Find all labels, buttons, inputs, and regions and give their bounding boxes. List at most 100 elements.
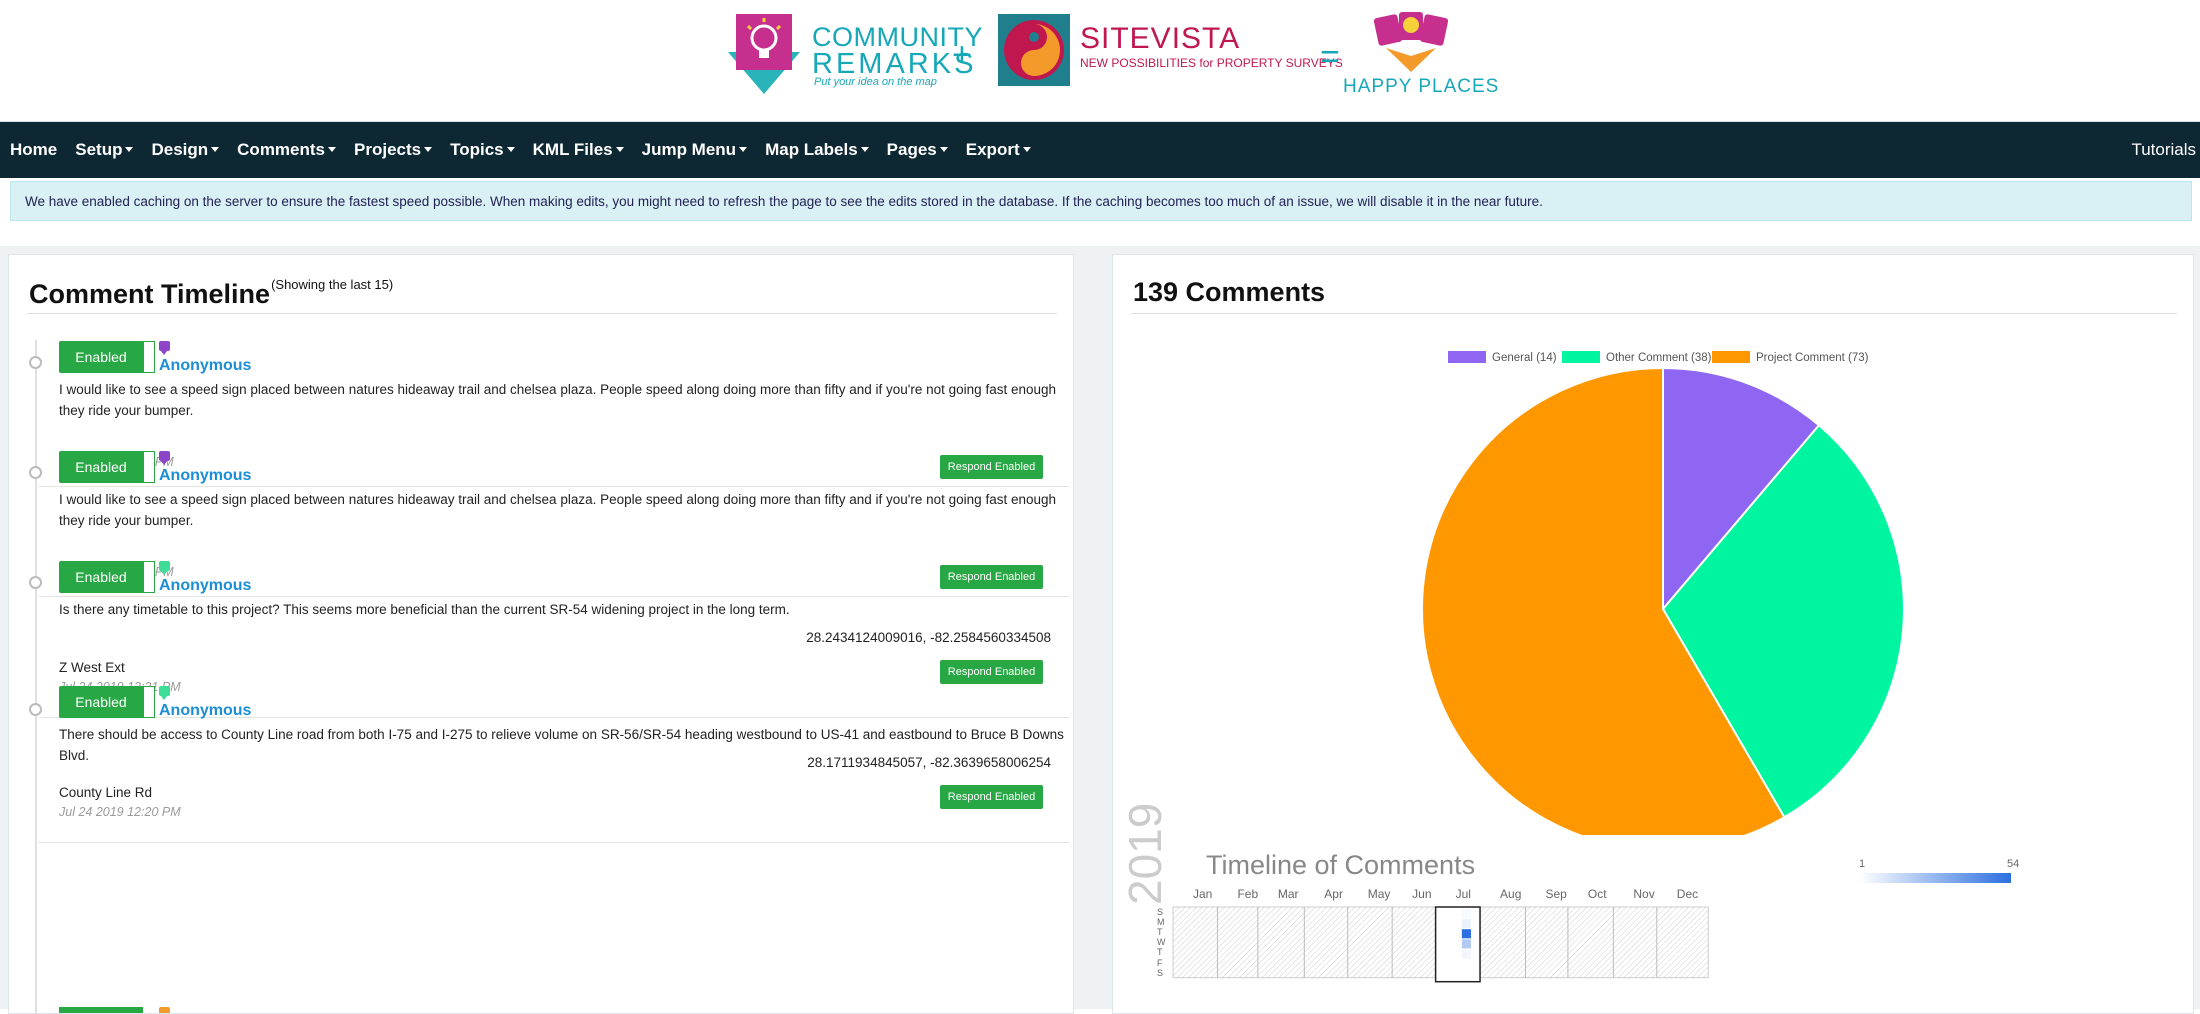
sitevista-logo-icon	[998, 14, 1070, 86]
timeline-entry: Enabled Anonymous There should be access…	[29, 686, 1069, 843]
comment-author[interactable]: Anonymous	[159, 467, 251, 485]
comment-author[interactable]: Anonymous	[159, 577, 251, 595]
happy-places-text: HAPPY PLACES	[1343, 76, 1500, 97]
happy-places-icon	[1373, 12, 1449, 72]
caret-down-icon	[739, 147, 748, 152]
respond-enabled-button[interactable]: Respond Enabled	[940, 660, 1043, 684]
enabled-toggle-button[interactable]: Enabled	[59, 341, 143, 373]
comment-icon	[159, 341, 170, 355]
nav-design[interactable]: Design	[151, 140, 220, 160]
timeline-dot	[29, 703, 42, 716]
comment-text: I would like to see a speed sign placed …	[59, 382, 1056, 418]
heatmap-weekday-label: T	[1157, 947, 1163, 958]
nav-home[interactable]: Home	[10, 140, 57, 160]
toggle-switch[interactable]	[143, 686, 155, 718]
dashboard-body: Comment Timeline(Showing the last 15) En…	[0, 246, 2200, 1014]
heatmap-grid	[1172, 906, 1709, 979]
next-entry-enabled-button[interactable]	[59, 1007, 143, 1013]
comment-text: Is there any timetable to this project? …	[59, 602, 790, 617]
heatmap-weekday-label: M	[1157, 917, 1165, 928]
comment-date: Jul 24 2019 12:20 PM	[59, 805, 181, 819]
caret-down-icon	[328, 147, 337, 152]
nav-jump-menu[interactable]: Jump Menu	[642, 140, 748, 160]
comment-text: I would like to see a speed sign placed …	[59, 492, 1056, 528]
entry-divider	[39, 842, 1069, 843]
sitevista-logo-text: SITEVISTA	[1080, 22, 1241, 55]
nav-topics[interactable]: Topics	[450, 140, 515, 160]
heatmap-month-label: Jan	[1193, 887, 1213, 901]
heatmap-title: Timeline of Comments	[1206, 850, 1476, 880]
comment-timeline-subtitle: (Showing the last 15)	[271, 277, 394, 292]
heatmap-month-label: Jul	[1455, 887, 1471, 901]
plus-sign: +	[952, 36, 972, 74]
timeline-dot	[29, 466, 42, 479]
enabled-toggle-button[interactable]: Enabled	[59, 561, 143, 593]
heatmap-month-label: May	[1367, 887, 1391, 901]
heatmap-scale-min: 1	[1859, 858, 1866, 870]
equals-sign: =	[1320, 38, 1340, 76]
heatmap-month-label: Nov	[1633, 887, 1655, 901]
lightbulb-pin-icon	[728, 14, 800, 94]
heatmap-scale-bar	[1859, 873, 2011, 883]
heatmap-weekday-label: F	[1157, 957, 1163, 968]
comment-coordinates: 28.2434124009016, -82.2584560334508	[806, 630, 1051, 645]
nav-projects[interactable]: Projects	[354, 140, 433, 160]
nav-comments[interactable]: Comments	[237, 140, 337, 160]
heatmap-month-label: Aug	[1500, 887, 1522, 901]
nav-setup[interactable]: Setup	[75, 140, 134, 160]
toggle-switch[interactable]	[143, 341, 155, 373]
enabled-toggle-button[interactable]: Enabled	[59, 686, 143, 718]
comment-coordinates: 28.1711934845057, -82.3639658006254	[807, 755, 1051, 770]
nav-pages[interactable]: Pages	[887, 140, 948, 160]
toggle-switch[interactable]	[143, 561, 155, 593]
caret-down-icon	[615, 147, 624, 152]
comment-author[interactable]: Anonymous	[159, 702, 251, 720]
caret-down-icon	[1022, 147, 1031, 152]
heatmap-cell[interactable]	[1461, 919, 1471, 929]
title-divider	[27, 313, 1057, 314]
comments-stats-panel: 139 Comments General (14) Other Comment (…	[1112, 254, 2194, 1014]
nav-export[interactable]: Export	[966, 140, 1031, 160]
enabled-toggle-button[interactable]: Enabled	[59, 451, 143, 483]
caret-down-icon	[506, 147, 515, 152]
comment-location: County Line Rd	[59, 785, 153, 800]
comment-location: Z West Ext	[59, 660, 125, 675]
heatmap-weekday-label: W	[1157, 937, 1166, 948]
caret-down-icon	[125, 147, 134, 152]
comment-timeline-panel: Comment Timeline(Showing the last 15) En…	[8, 254, 1074, 1014]
comment-author[interactable]: Anonymous	[159, 357, 251, 375]
caret-down-icon	[860, 147, 869, 152]
sitevista-tagline: NEW POSSIBILITIES for PROPERTY SURVEYS	[1080, 56, 1343, 70]
heatmap-cell[interactable]	[1461, 939, 1471, 949]
heatmap-month-label: Jun	[1412, 887, 1432, 901]
heatmap-year: 2019	[1119, 802, 1171, 905]
header-logos: COMMUNITY REMARKS Put your idea on the m…	[0, 0, 2200, 122]
community-tagline: Put your idea on the map	[814, 76, 937, 88]
timeline-entry: Enabled Anonymous Is there any timetable…	[29, 561, 1069, 718]
timeline-dot	[29, 356, 42, 369]
heatmap-month-label: Feb	[1237, 887, 1259, 901]
heatmap-cell[interactable]	[1461, 929, 1471, 939]
nav-kml-files[interactable]: KML Files	[533, 140, 624, 160]
respond-enabled-button[interactable]: Respond Enabled	[940, 785, 1043, 809]
heatmap-cell[interactable]	[1461, 909, 1471, 919]
comment-timeline-title: Comment Timeline(Showing the last 15)	[29, 277, 394, 309]
heatmap-scale-max: 54	[2007, 858, 2020, 870]
heatmap-month-label: Apr	[1324, 887, 1343, 901]
caret-down-icon	[939, 147, 948, 152]
heatmap-month-label: Mar	[1277, 887, 1299, 901]
comment-icon	[159, 1007, 170, 1013]
heatmap-weekday-label: S	[1157, 907, 1164, 917]
timeline-dot	[29, 576, 42, 589]
comment-icon	[159, 561, 170, 575]
caret-down-icon	[211, 147, 220, 152]
heatmap-month-label: Oct	[1587, 887, 1607, 901]
main-navbar: Home Setup Design Comments Projects Topics KML…	[0, 122, 2200, 178]
heatmap-cell[interactable]	[1461, 949, 1471, 959]
caching-alert: We have enabled caching on the server to…	[10, 181, 2192, 221]
comment-icon	[159, 686, 170, 700]
toggle-switch[interactable]	[143, 451, 155, 483]
nav-map-labels[interactable]: Map Labels	[765, 140, 869, 160]
nav-tutorials-link[interactable]: Tutorials	[2131, 140, 2196, 160]
heatmap-weekday-label: S	[1157, 967, 1164, 978]
